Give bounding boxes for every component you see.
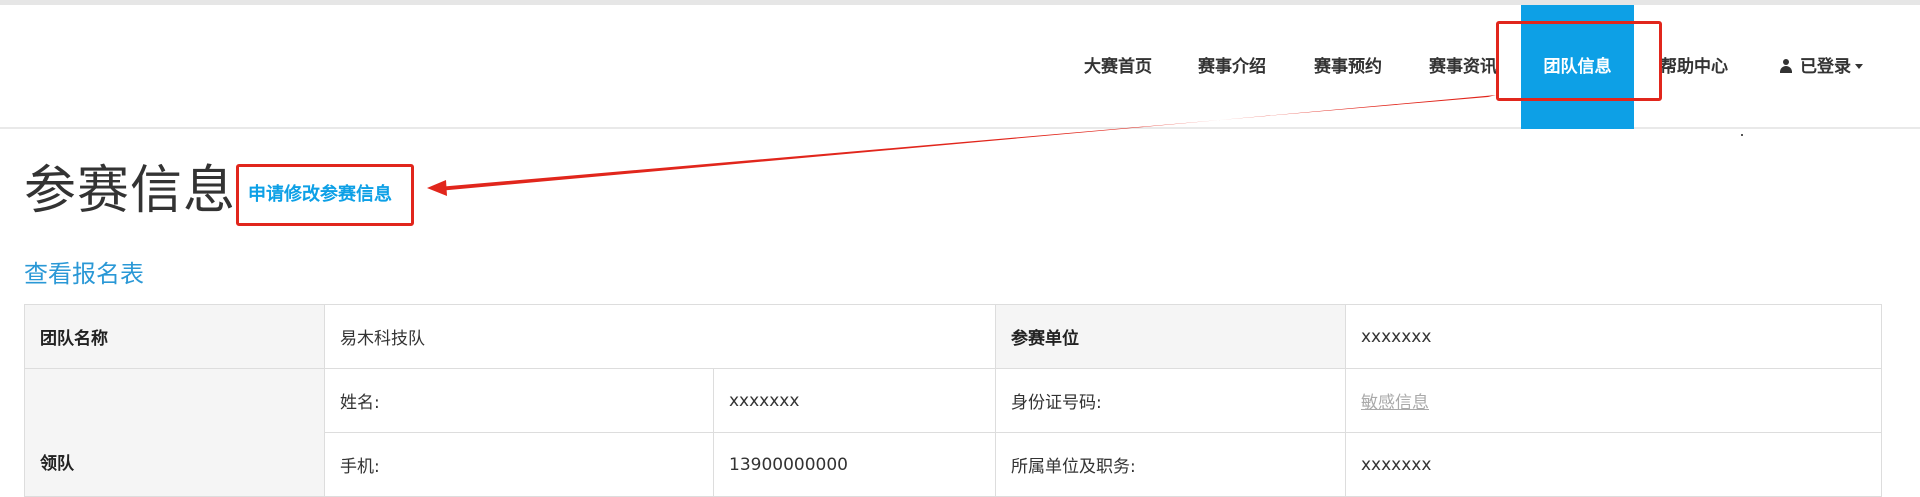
view-registration-link[interactable]: 查看报名表 (24, 254, 144, 289)
team-info-table: 团队名称 易木科技队 参赛单位 xxxxxxx 领队 姓名: xxxxxxx 身… (24, 304, 1882, 497)
org-label: 参赛单位 (995, 304, 1346, 369)
id-value-link[interactable]: 敏感信息 (1361, 393, 1429, 413)
table-row: 团队名称 易木科技队 参赛单位 xxxxxxx (24, 304, 1882, 369)
nav-user-dropdown[interactable]: 已登录 (1780, 5, 1863, 129)
nav-intro[interactable]: 赛事介绍 (1198, 5, 1266, 129)
user-label: 已登录 (1800, 57, 1851, 77)
table-row: 领队 姓名: xxxxxxx 身份证号码: 敏感信息 (24, 368, 1882, 497)
leader-label: 领队 (24, 368, 325, 497)
job-label: 所属单位及职务: (995, 432, 1346, 497)
job-value: xxxxxxx (1345, 432, 1882, 497)
arrow-head (427, 180, 447, 196)
id-label: 身份证号码: (995, 368, 1346, 433)
nav-help[interactable]: 帮助中心 (1660, 5, 1728, 129)
nav-booking[interactable]: 赛事预约 (1314, 5, 1382, 129)
page-title: 参赛信息 (24, 161, 237, 221)
team-name-value: 易木科技队 (324, 304, 996, 369)
phone-label: 手机: (324, 432, 714, 497)
id-value-cell: 敏感信息 (1345, 368, 1882, 433)
apply-modify-link[interactable]: 申请修改参赛信息 (248, 180, 392, 206)
name-value: xxxxxxx (713, 368, 996, 433)
org-value: xxxxxxx (1345, 304, 1882, 369)
nav-news[interactable]: 赛事资讯 (1429, 5, 1497, 129)
stray-dot (1741, 134, 1743, 136)
navbar: 大赛首页 赛事介绍 赛事预约 赛事资讯 团队信息 帮助中心 已登录 (0, 5, 1920, 129)
nav-home[interactable]: 大赛首页 (1084, 5, 1152, 129)
team-name-label: 团队名称 (24, 304, 325, 369)
name-label: 姓名: (324, 368, 714, 433)
user-icon (1780, 59, 1792, 73)
nav-team-info[interactable]: 团队信息 (1521, 5, 1634, 129)
chevron-down-icon (1855, 64, 1863, 69)
phone-value: 13900000000 (713, 432, 996, 497)
